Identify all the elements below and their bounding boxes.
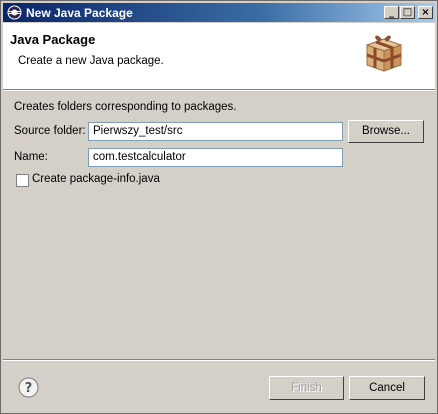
- browse-button[interactable]: Browse...: [348, 120, 424, 143]
- package-name-input[interactable]: com.testcalculator: [88, 148, 343, 167]
- finish-button[interactable]: Finish: [269, 376, 344, 400]
- window-title: New Java Package: [26, 6, 133, 20]
- svg-text:?: ?: [25, 381, 33, 396]
- create-package-info-label[interactable]: Create package-info.java: [32, 173, 160, 185]
- help-icon[interactable]: ?: [18, 377, 39, 398]
- cancel-button[interactable]: Cancel: [349, 376, 425, 400]
- intro-text: Creates folders corresponding to package…: [14, 101, 237, 113]
- minimize-button[interactable]: _: [384, 6, 399, 19]
- close-button[interactable]: ×: [418, 6, 433, 19]
- name-label: Name:: [14, 151, 48, 163]
- header-divider: [3, 89, 435, 91]
- eclipse-icon: [7, 5, 22, 20]
- page-description: Create a new Java package.: [18, 55, 164, 67]
- source-folder-input[interactable]: Pierwszy_test/src: [88, 122, 343, 141]
- footer-divider: [3, 359, 435, 361]
- maximize-button[interactable]: □: [400, 6, 415, 19]
- create-package-info-checkbox[interactable]: [16, 174, 29, 187]
- wizard-header: Java Package Create a new Java package.: [3, 23, 435, 89]
- package-icon: [365, 35, 403, 72]
- source-folder-label: Source folder:: [14, 125, 86, 137]
- title-bar[interactable]: New Java Package _ □ ×: [3, 3, 435, 22]
- page-title: Java Package: [10, 32, 96, 47]
- dialog-window: New Java Package _ □ × Java Package Crea…: [0, 0, 438, 414]
